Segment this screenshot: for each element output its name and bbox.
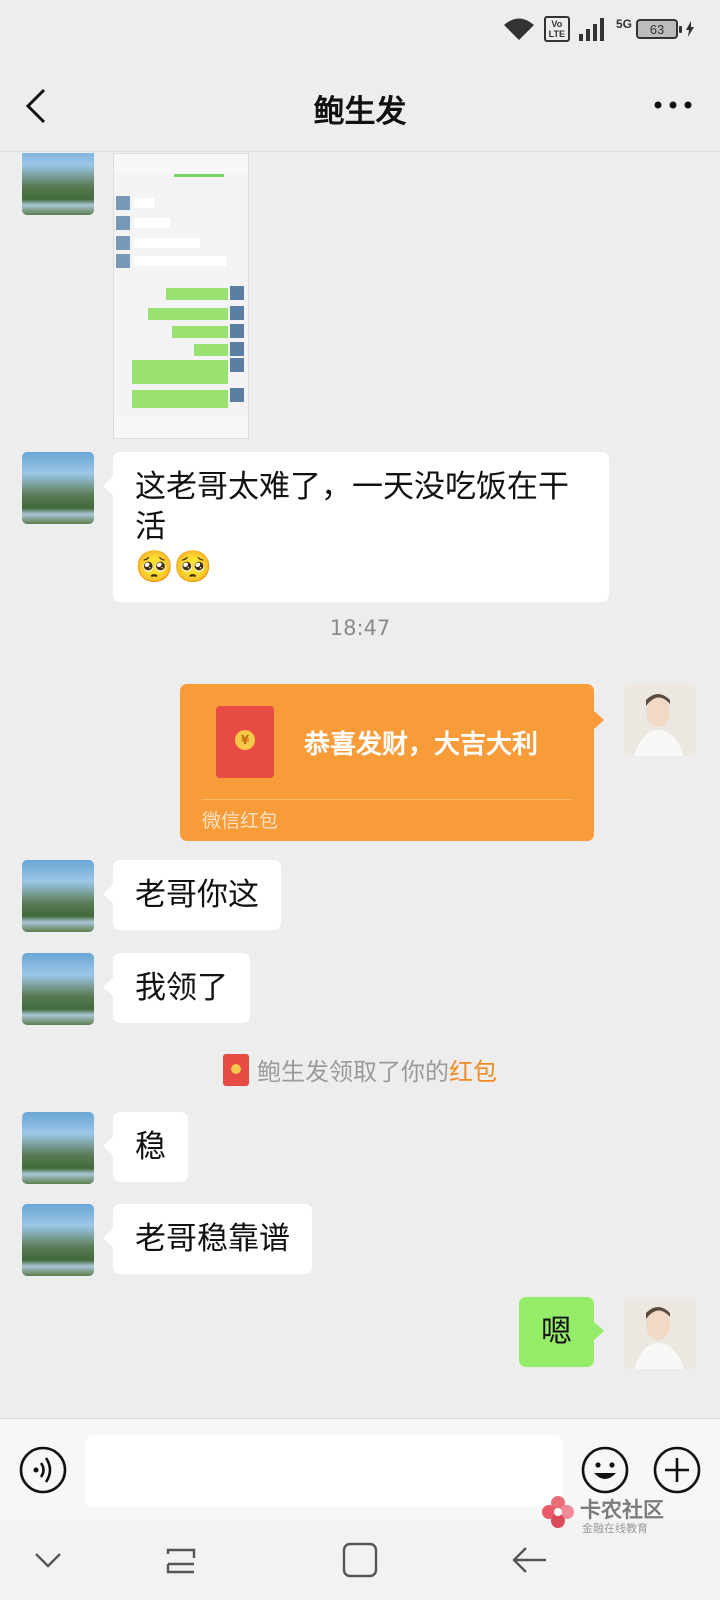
red-packet-icon bbox=[223, 1053, 249, 1086]
message-emoji: 🥺🥺 bbox=[135, 549, 213, 585]
voice-input-button[interactable] bbox=[18, 1445, 68, 1495]
more-dots-icon bbox=[654, 101, 692, 109]
message-bubble-self[interactable]: 嗯 bbox=[519, 1297, 604, 1367]
self-avatar[interactable] bbox=[624, 1297, 696, 1369]
system-message-text: 鲍生发领取了你的 bbox=[257, 1058, 449, 1086]
self-avatar-image bbox=[624, 684, 696, 756]
watermark: 卡农社区 金融在线教育 bbox=[540, 1494, 720, 1538]
red-packet-icon: ¥ bbox=[216, 706, 274, 778]
red-packet-title: 恭喜发财，大吉大利 bbox=[304, 730, 539, 760]
image-message-screenshot[interactable] bbox=[113, 153, 249, 439]
chevron-down-icon bbox=[35, 1553, 61, 1568]
chat-screenshot-thumbnail bbox=[114, 154, 248, 438]
message-bubble[interactable]: 老哥你这 bbox=[103, 860, 281, 930]
system-message: 鲍生发领取了你的红包 bbox=[0, 1052, 720, 1087]
contact-avatar[interactable] bbox=[22, 860, 94, 932]
volte-icon: Vo LTE bbox=[543, 16, 570, 42]
self-avatar-image bbox=[624, 1297, 696, 1369]
voice-icon bbox=[19, 1446, 67, 1494]
message-text: 我领了 bbox=[135, 970, 228, 1006]
message-text: 嗯 bbox=[541, 1314, 572, 1350]
home-icon bbox=[342, 1542, 378, 1578]
watermark-subtitle: 金融在线教育 bbox=[582, 1522, 648, 1535]
home-button[interactable] bbox=[338, 1538, 382, 1582]
contact-avatar[interactable] bbox=[22, 153, 94, 215]
coin-icon: ¥ bbox=[235, 730, 255, 750]
hide-keyboard-button[interactable] bbox=[26, 1538, 70, 1582]
message-text: 稳 bbox=[135, 1129, 166, 1165]
status-icons: Vo LTE 5G 63 bbox=[502, 14, 694, 44]
status-bar: Vo LTE 5G 63 bbox=[0, 0, 720, 56]
battery-icon: 63 bbox=[636, 19, 682, 39]
red-packet-link[interactable]: 红包 bbox=[449, 1058, 497, 1086]
volte-top-label: Vo bbox=[551, 19, 563, 29]
message-bubble[interactable]: 稳 bbox=[103, 1112, 188, 1182]
more-options-button[interactable] bbox=[650, 90, 696, 120]
chat-message-list[interactable]: 这老哥太难了，一天没吃饭在干活 🥺🥺 18:47 ¥ 恭喜发财，大吉大利 微信红… bbox=[0, 153, 720, 1418]
wifi-icon bbox=[502, 16, 536, 42]
recent-apps-button[interactable] bbox=[160, 1538, 204, 1582]
message-bubble[interactable]: 我领了 bbox=[103, 953, 250, 1023]
red-packet-footer: 微信红包 bbox=[202, 810, 279, 832]
message-bubble[interactable]: 老哥稳靠谱 bbox=[103, 1204, 312, 1274]
contact-avatar[interactable] bbox=[22, 1112, 94, 1184]
more-functions-button[interactable] bbox=[652, 1445, 702, 1495]
back-nav-button[interactable] bbox=[508, 1538, 552, 1582]
volte-bottom-label: LTE bbox=[548, 29, 565, 39]
plus-icon bbox=[653, 1446, 701, 1494]
contact-avatar[interactable] bbox=[22, 1204, 94, 1276]
emoji-button[interactable] bbox=[580, 1445, 630, 1495]
message-text: 老哥你这 bbox=[135, 877, 259, 913]
contact-avatar[interactable] bbox=[22, 452, 94, 524]
timestamp: 18:47 bbox=[329, 616, 391, 640]
recent-apps-icon bbox=[166, 1548, 196, 1574]
charging-icon bbox=[686, 21, 694, 37]
title-bar: 鲍生发 bbox=[0, 56, 720, 152]
chat-title: 鲍生发 bbox=[313, 94, 407, 130]
message-text: 老哥稳靠谱 bbox=[135, 1221, 290, 1257]
message-text: 这老哥太难了，一天没吃饭在干活 bbox=[135, 469, 569, 545]
back-arrow-icon bbox=[512, 1547, 546, 1573]
network-type-label: 5G bbox=[615, 17, 632, 31]
divider bbox=[202, 799, 572, 800]
message-bubble[interactable]: 这老哥太难了，一天没吃饭在干活 🥺🥺 bbox=[103, 452, 609, 602]
red-packet-message[interactable]: ¥ 恭喜发财，大吉大利 微信红包 bbox=[180, 684, 604, 841]
message-input[interactable] bbox=[86, 1435, 562, 1507]
battery-level: 63 bbox=[649, 21, 665, 37]
flower-logo-icon bbox=[542, 1496, 574, 1528]
emoji-icon bbox=[581, 1446, 629, 1494]
self-avatar[interactable] bbox=[624, 684, 696, 756]
contact-avatar[interactable] bbox=[22, 953, 94, 1025]
signal-icon bbox=[578, 16, 608, 42]
